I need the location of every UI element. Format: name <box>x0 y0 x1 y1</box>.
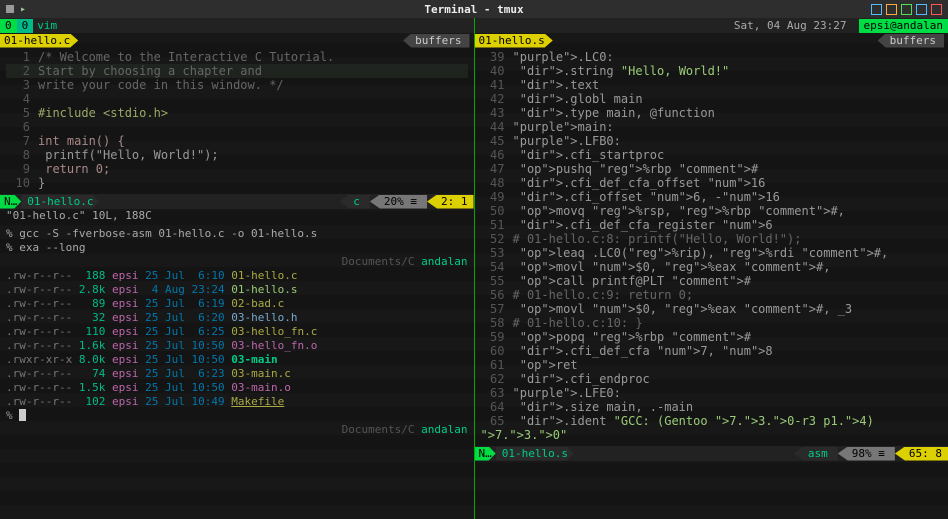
code-line[interactable]: 41 "dir">.text <box>481 78 943 92</box>
window-controls <box>871 4 942 15</box>
tmux-window: 0 0 vim 01-hello.c buffers 1/* Welcome t… <box>0 18 948 519</box>
list-item[interactable]: .rw-r--r-- 1.6k epsi 25 Jul 10:50 03-hel… <box>6 339 474 353</box>
buffers-label: buffers <box>878 34 944 48</box>
wicon-4[interactable] <box>916 4 927 15</box>
left-pane[interactable]: 0 0 vim 01-hello.c buffers 1/* Welcome t… <box>0 18 475 519</box>
wicon-1[interactable] <box>871 4 882 15</box>
code-line[interactable]: 44"purple">main: <box>481 120 943 134</box>
code-line[interactable]: 5#include <stdio.h> <box>6 106 468 120</box>
code-right[interactable]: 39"purple">.LC0:40 "dir">.string "Hello,… <box>475 48 948 444</box>
list-item[interactable]: .rw-r--r-- 110 epsi 25 Jul 6:25 03-hello… <box>6 325 474 339</box>
path2: Documents/C <box>342 423 415 436</box>
tmux-status-left: 0 0 vim <box>0 18 474 33</box>
code-line[interactable]: 10} <box>6 176 468 190</box>
code-line[interactable]: 47 "op">pushq "reg">%rbp "comment"># <box>481 162 943 176</box>
code-line[interactable]: 43 "dir">.type main, @function <box>481 106 943 120</box>
code-line[interactable]: 64 "dir">.size main, .-main <box>481 400 943 414</box>
shell-cmd-exa[interactable]: % exa --long <box>0 241 474 255</box>
code-line[interactable]: 48 "dir">.cfi_def_cfa_offset "num">16 <box>481 176 943 190</box>
cursor-pos: 2: 1 <box>427 195 474 209</box>
list-item[interactable]: .rw-r--r-- 1.5k epsi 25 Jul 10:50 03-mai… <box>6 381 474 395</box>
session-index: 0 <box>0 19 17 33</box>
code-line[interactable]: 4 <box>6 92 468 106</box>
code-line[interactable]: 9 return 0; <box>6 162 468 176</box>
code-line[interactable]: 58# 01-hello.c:10: } <box>481 316 943 330</box>
scroll-percent: 98% ≡ <box>838 447 895 461</box>
code-line[interactable]: 63"purple">.LFE0: <box>481 386 943 400</box>
app-menu-icon[interactable] <box>6 5 14 13</box>
vim-bufferline-left: 01-hello.c buffers <box>0 33 474 48</box>
code-line[interactable]: 8 printf("Hello, World!"); <box>6 148 468 162</box>
statusline-right: N… 01-hello.s asm 98% ≡ 65: 8 <box>475 446 948 461</box>
code-line[interactable]: 50 "op">movq "reg">%rsp, "reg">%rbp "com… <box>481 204 943 218</box>
code-line[interactable]: 42 "dir">.globl main <box>481 92 943 106</box>
list-item[interactable]: .rw-r--r-- 32 epsi 25 Jul 6:20 03-hello.… <box>6 311 474 325</box>
code-line[interactable]: 54 "op">movl "num">$0, "reg">%eax "comme… <box>481 260 943 274</box>
wicon-3[interactable] <box>901 4 912 15</box>
code-line[interactable]: 51 "dir">.cfi_def_cfa_register "num">6 <box>481 218 943 232</box>
code-line[interactable]: 49 "dir">.cfi_offset "num">6, -"num">16 <box>481 190 943 204</box>
code-line[interactable]: 45"purple">.LFB0: <box>481 134 943 148</box>
path-header-top: Documents/C andalan <box>0 255 474 269</box>
code-left[interactable]: 1/* Welcome to the Interactive C Tutoria… <box>0 48 474 192</box>
code-line[interactable]: 7int main() { <box>6 134 468 148</box>
code-line[interactable]: 59 "op">popq "reg">%rbp "comment"># <box>481 330 943 344</box>
code-line[interactable]: 39"purple">.LC0: <box>481 50 943 64</box>
code-line[interactable]: 57 "op">movl "num">$0, "reg">%eax "comme… <box>481 302 943 316</box>
shell-prompt[interactable]: % <box>0 409 474 423</box>
buffer-tab[interactable]: 01-hello.s <box>475 34 553 48</box>
shell-cmd-gcc[interactable]: % gcc -S -fverbose-asm 01-hello.c -o 01-… <box>0 227 474 241</box>
list-item[interactable]: .rw-r--r-- 89 epsi 25 Jul 6:19 02-bad.c <box>6 297 474 311</box>
mode-indicator: N… <box>475 447 496 461</box>
titlebar: ▸ Terminal - tmux <box>0 0 948 18</box>
code-line[interactable]: 62 "dir">.cfi_endproc <box>481 372 943 386</box>
code-line[interactable]: 55 "op">call printf@PLT "comment"># <box>481 274 943 288</box>
code-line[interactable]: 61 "op">ret <box>481 358 943 372</box>
datetime: Sat, 04 Aug 23:27 <box>734 19 847 33</box>
close-icon[interactable] <box>931 4 942 15</box>
code-line[interactable]: 1/* Welcome to the Interactive C Tutoria… <box>6 50 468 64</box>
status-file: 01-hello.s <box>496 447 574 461</box>
code-line[interactable]: 3write your code in this window. */ <box>6 78 468 92</box>
code-line[interactable]: 53 "op">leaq .LC0("reg">%rip), "reg">%rd… <box>481 246 943 260</box>
window-title: Terminal - tmux <box>0 3 948 16</box>
right-pane[interactable]: Sat, 04 Aug 23:27 epsi@andalan 01-hello.… <box>475 18 948 519</box>
code-line[interactable]: 6 <box>6 120 468 134</box>
statusline-left: N… 01-hello.c c 20% ≡ 2: 1 <box>0 194 474 209</box>
path-header-bottom: Documents/C andalan <box>0 423 474 437</box>
list-item[interactable]: .rw-r--r-- 102 epsi 25 Jul 10:49 Makefil… <box>6 395 474 409</box>
list-item[interactable]: .rw-r--r-- 74 epsi 25 Jul 6:23 03-main.c <box>6 367 474 381</box>
dropdown-icon[interactable]: ▸ <box>20 4 26 15</box>
mode-indicator: N… <box>0 195 21 209</box>
code-line[interactable]: 46 "dir">.cfi_startproc <box>481 148 943 162</box>
list-item[interactable]: .rwxr-xr-x 8.0k epsi 25 Jul 10:50 03-mai… <box>6 353 474 367</box>
code-line[interactable]: 60 "dir">.cfi_def_cfa "num">7, "num">8 <box>481 344 943 358</box>
window-index: 0 <box>17 19 34 33</box>
filetype: c <box>339 195 370 209</box>
list-item[interactable]: .rw-r--r-- 2.8k epsi 4 Aug 23:24 01-hell… <box>6 283 474 297</box>
code-line[interactable]: 56# 01-hello.c:9: return 0; <box>481 288 943 302</box>
list-item[interactable]: .rw-r--r-- 188 epsi 25 Jul 6:10 01-hello… <box>6 269 474 283</box>
code-line[interactable]: 52# 01-hello.c:8: printf("Hello, World!"… <box>481 232 943 246</box>
user: andalan <box>421 255 467 268</box>
file-listing[interactable]: .rw-r--r-- 188 epsi 25 Jul 6:10 01-hello… <box>0 269 474 409</box>
scroll-percent: 20% ≡ <box>370 195 427 209</box>
buffer-tab[interactable]: 01-hello.c <box>0 34 78 48</box>
filetype: asm <box>794 447 838 461</box>
vim-bufferline-right: 01-hello.s buffers <box>475 33 948 48</box>
buffers-label: buffers <box>403 34 469 48</box>
cursor-pos: 65: 8 <box>895 447 948 461</box>
status-file: 01-hello.c <box>21 195 99 209</box>
vim-message: "01-hello.c" 10L, 188C <box>0 209 474 223</box>
cursor-icon <box>19 409 26 421</box>
code-line[interactable]: 2Start by choosing a chapter and <box>6 64 468 78</box>
user2: andalan <box>421 423 467 436</box>
code-line[interactable]: 40 "dir">.string "Hello, World!" <box>481 64 943 78</box>
tmux-status-right: Sat, 04 Aug 23:27 epsi@andalan <box>475 18 948 33</box>
wicon-2[interactable] <box>886 4 897 15</box>
code-line[interactable]: 65 "dir">.ident "GCC: (Gentoo ">7.">3.">… <box>481 414 943 442</box>
program-name: vim <box>37 19 57 33</box>
host-pill: epsi@andalan <box>859 19 948 33</box>
path: Documents/C <box>342 255 415 268</box>
